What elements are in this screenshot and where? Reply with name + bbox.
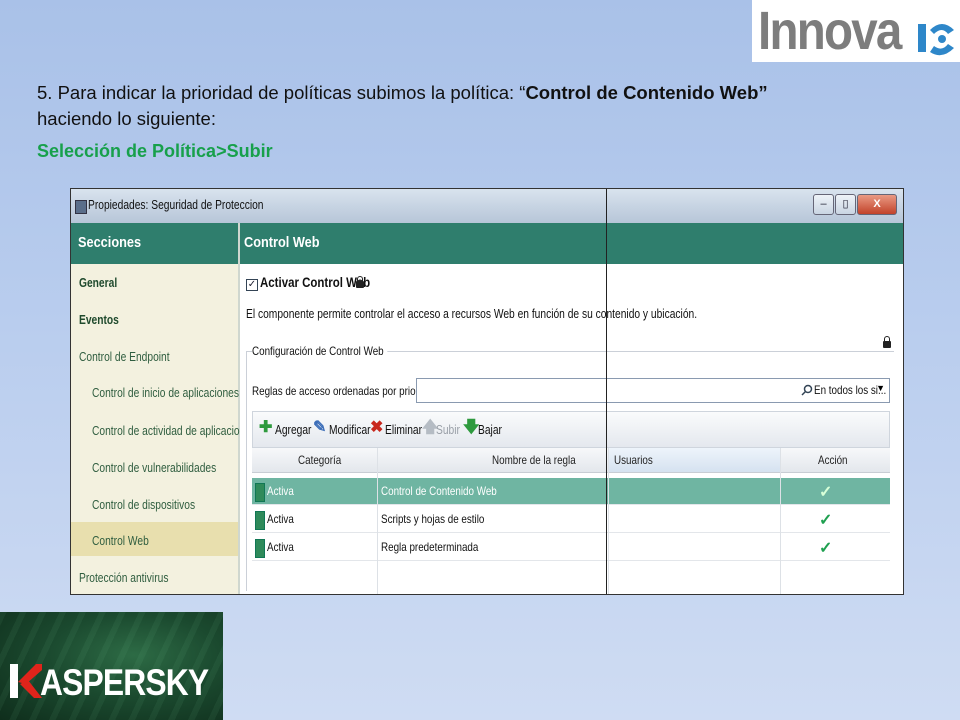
edit-icon[interactable]: ✎: [313, 420, 326, 436]
down-arrow-icon[interactable]: 🡇: [463, 420, 479, 436]
column-usuarios[interactable]: Usuarios: [614, 453, 653, 467]
grid-divider: [377, 448, 378, 594]
sidebar-item-control-web[interactable]: Control Web: [92, 534, 149, 548]
divider-line: [606, 189, 607, 594]
rules-toolbar: ✚ Agregar ✎ Modificar ✖ Eliminar 🡅 Subir…: [252, 411, 890, 448]
row-status: Activa: [267, 540, 294, 554]
add-icon[interactable]: ✚: [259, 420, 272, 436]
group-lock-icon[interactable]: [883, 336, 891, 348]
group-title: Configuración de Control Web: [252, 344, 387, 358]
sidebar-item-actividad-aplicaciones[interactable]: Control de actividad de aplicaciones: [92, 424, 256, 438]
kaspersky-logo: ASPERSKY: [0, 612, 223, 720]
rules-label: Reglas de acceso ordenadas por prioridad…: [252, 384, 441, 398]
down-button[interactable]: Bajar: [478, 423, 502, 437]
rules-search-input[interactable]: En todos los si... ▼: [416, 378, 890, 403]
allow-check-icon: ✓: [819, 484, 833, 501]
table-row[interactable]: Activa Regla predeterminada ✓: [252, 534, 890, 560]
edit-button[interactable]: Modificar: [329, 423, 371, 437]
status-flag-icon: [255, 483, 265, 502]
minimize-button[interactable]: –: [813, 194, 834, 215]
kaspersky-text: ASPERSKY: [40, 662, 209, 703]
delete-button[interactable]: Eliminar: [385, 423, 422, 437]
activate-label: Activar Control Web: [260, 274, 371, 290]
row-rule-name: Scripts y hojas de estilo: [381, 512, 485, 526]
row-status: Activa: [267, 512, 294, 526]
sidebar-item-inicio-aplicaciones[interactable]: Control de inicio de aplicaciones: [92, 386, 239, 400]
instruction-line2: haciendo lo siguiente:: [37, 108, 216, 129]
allow-check-icon: ✓: [819, 540, 833, 557]
delete-icon[interactable]: ✖: [370, 420, 383, 436]
sidebar-item-vulnerabilidades[interactable]: Control de vulnerabilidades: [92, 461, 216, 475]
grid-divider: [780, 448, 781, 594]
instruction-intro: 5. Para indicar la prioridad de política…: [37, 82, 526, 103]
activate-checkbox[interactable]: ✓: [246, 279, 258, 291]
kaspersky-k-icon: [10, 664, 42, 698]
up-button[interactable]: Subir: [436, 423, 460, 437]
row-rule-name: Control de Contenido Web: [381, 484, 497, 498]
logo-text: Innova: [758, 1, 902, 61]
column-accion[interactable]: Acción: [818, 453, 848, 467]
sidebar-item-eventos[interactable]: Eventos: [79, 313, 119, 327]
sidebar-item-general[interactable]: General: [79, 276, 117, 290]
navigation-path: Selección de Política>Subir: [37, 141, 273, 161]
dropdown-arrow-icon[interactable]: ▼: [876, 383, 885, 393]
table-row[interactable]: Activa Scripts y hojas de estilo ✓: [252, 506, 890, 532]
close-button[interactable]: X: [857, 194, 897, 215]
sections-header-label: Secciones: [78, 234, 142, 251]
lock-icon[interactable]: [356, 276, 364, 288]
properties-window: Propiedades: Seguridad de Proteccion – ▯…: [70, 188, 904, 595]
row-status: Activa: [267, 484, 294, 498]
panel-header-label: Control Web: [244, 234, 320, 251]
sidebar-item-proteccion-antivirus[interactable]: Protección antivirus: [79, 571, 168, 585]
panel-header: Control Web: [240, 223, 903, 264]
column-nombre-regla[interactable]: Nombre de la regla: [492, 453, 576, 467]
maximize-button[interactable]: ▯: [835, 194, 856, 215]
logo-mark-icon: [918, 24, 954, 56]
status-flag-icon: [255, 511, 265, 530]
row-divider: [252, 560, 890, 561]
sections-sidebar: General Eventos Control de Endpoint Cont…: [71, 264, 256, 594]
row-divider: [252, 504, 890, 505]
innova-logo: Innova: [752, 0, 960, 62]
grid-divider: [608, 448, 609, 594]
control-web-panel: ✓ Activar Control Web El componente perm…: [240, 264, 903, 594]
policy-name: Control de Contenido Web: [525, 82, 759, 103]
window-title: Propiedades: Seguridad de Proteccion: [88, 198, 264, 212]
row-rule-name: Regla predeterminada: [381, 540, 479, 554]
instruction-text: 5. Para indicar la prioridad de política…: [37, 80, 917, 132]
window-titlebar: Propiedades: Seguridad de Proteccion – ▯…: [71, 189, 903, 223]
column-categoria[interactable]: Categoría: [298, 453, 341, 467]
table-row[interactable]: Activa Control de Contenido Web ✓: [252, 478, 890, 504]
status-flag-icon: [255, 539, 265, 558]
add-button[interactable]: Agregar: [275, 423, 311, 437]
group-border-left: [246, 351, 247, 591]
sidebar-item-control-endpoint[interactable]: Control de Endpoint: [79, 350, 170, 364]
sidebar-item-dispositivos[interactable]: Control de dispositivos: [92, 498, 195, 512]
row-divider: [252, 532, 890, 533]
window-icon: [75, 200, 87, 214]
window-controls: – ▯ X: [813, 194, 897, 215]
sections-header: Secciones: [71, 223, 238, 264]
instruction-quote-end: ”: [758, 82, 768, 103]
search-icon: [801, 384, 813, 396]
allow-check-icon: ✓: [819, 512, 833, 529]
rules-table-header: Categoría Nombre de la regla Usuarios Ac…: [252, 448, 890, 473]
panel-description: El componente permite controlar el acces…: [246, 307, 698, 321]
